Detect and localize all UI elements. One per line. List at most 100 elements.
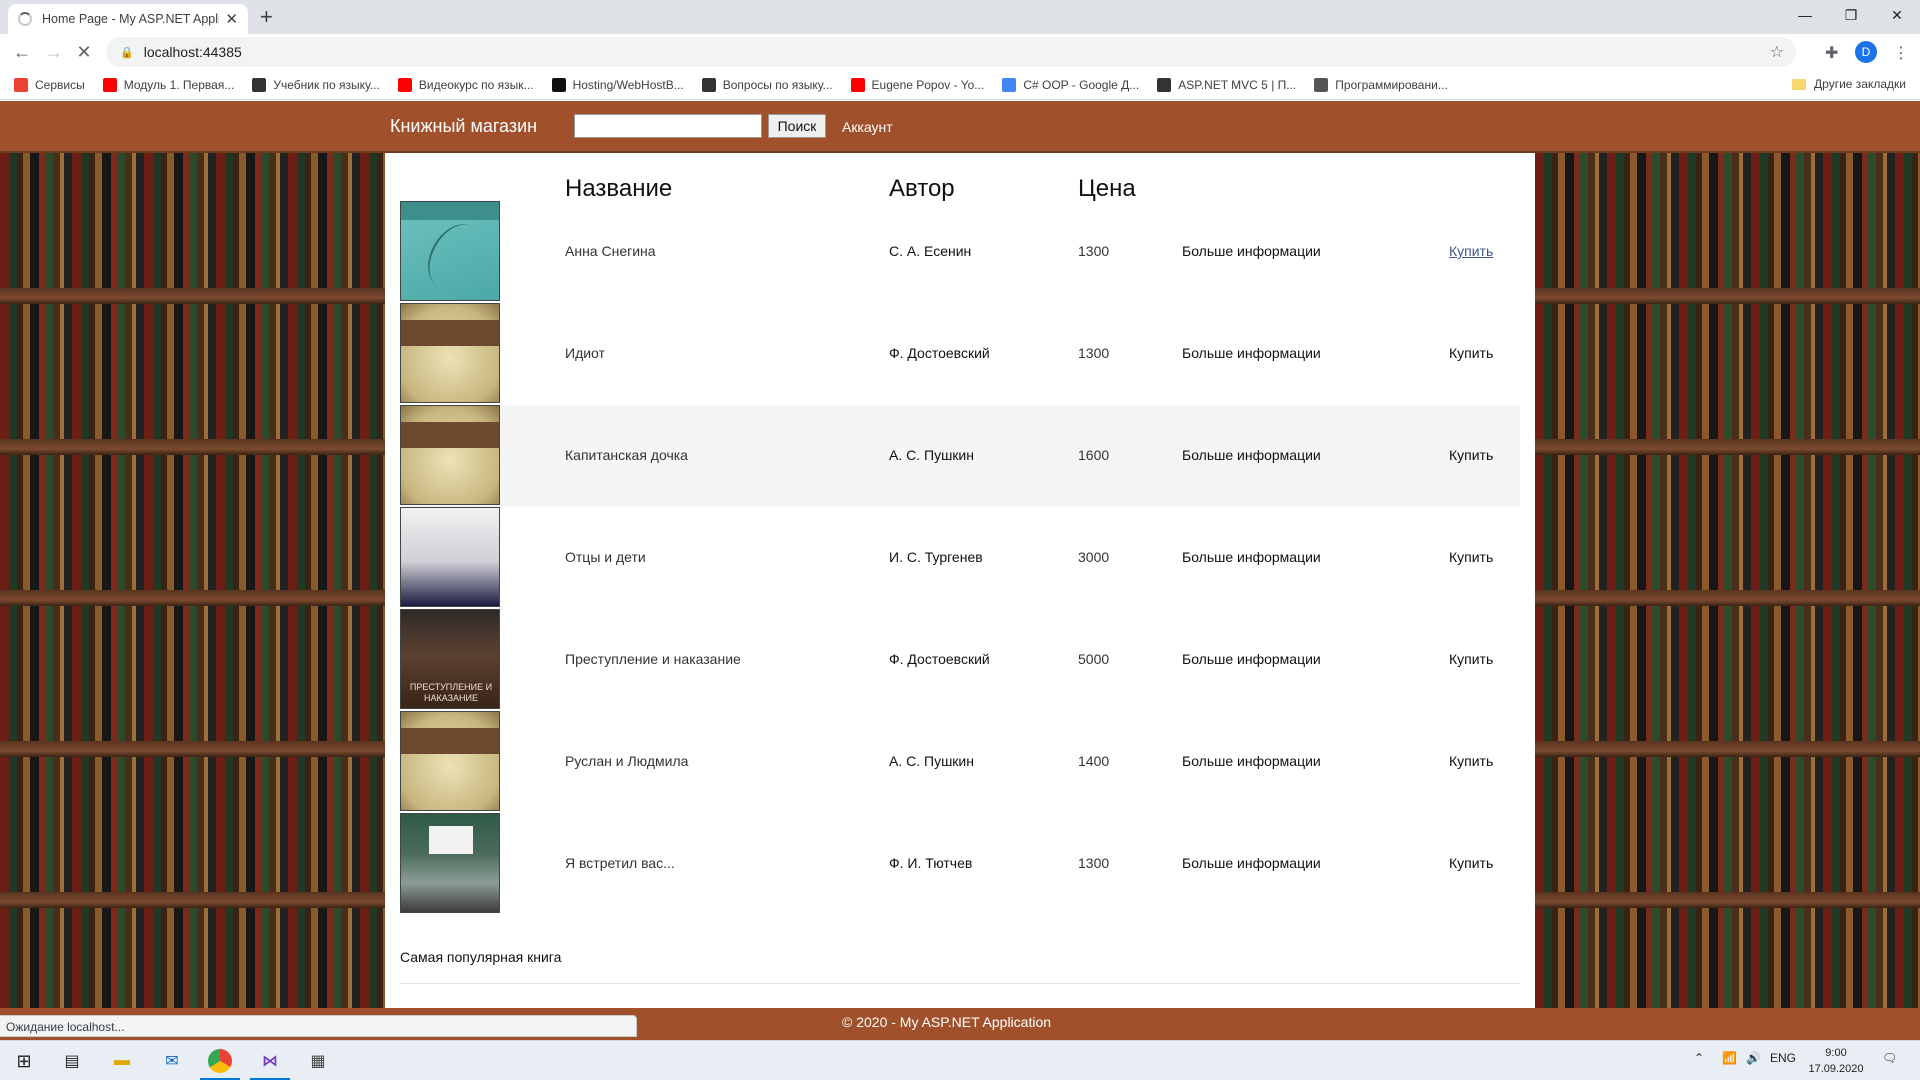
buy-link[interactable]: Купить	[1449, 447, 1493, 463]
bookmark-item[interactable]: C# OOP - Google Д...	[1002, 77, 1139, 92]
volume-icon[interactable]: 🔊	[1746, 1051, 1761, 1065]
extensions-puzzle-icon[interactable]: ✚	[1825, 43, 1838, 63]
bookmark-favicon-icon	[1314, 77, 1329, 92]
forward-arrow-icon[interactable]: →	[42, 40, 66, 64]
book-cover-image	[400, 201, 500, 301]
book-cover-image: ПРЕСТУПЛЕНИЕ И НАКАЗАНИЕ	[400, 609, 500, 709]
address-bar[interactable]: 🔒 localhost:44385 ☆	[106, 37, 1796, 67]
bookmark-favicon-icon	[850, 77, 865, 92]
bookshelf-background-left	[0, 153, 385, 1011]
stop-loading-icon[interactable]: ✕	[72, 40, 96, 64]
minimize-icon[interactable]: —	[1782, 0, 1828, 30]
book-price: 1400	[1078, 753, 1110, 769]
search-input[interactable]	[574, 114, 762, 138]
clock-date: 17.09.2020	[1808, 1063, 1864, 1075]
buy-link[interactable]: Купить	[1449, 651, 1493, 667]
more-info-link[interactable]: Больше информации	[1182, 243, 1321, 259]
bookmark-label: ASP.NET MVC 5 | П...	[1178, 77, 1297, 92]
bookmark-item[interactable]: Eugene Popov - Yo...	[850, 77, 985, 92]
browser-status-bubble: Ожидание localhost...	[0, 1015, 637, 1037]
bookmark-item[interactable]: Модуль 1. Первая...	[102, 77, 235, 92]
more-info-link[interactable]: Больше информации	[1182, 855, 1321, 871]
search-button[interactable]: Поиск	[768, 114, 826, 138]
column-header-price: Цена	[1078, 175, 1136, 202]
buy-link[interactable]: Купить	[1449, 855, 1493, 871]
tray-chevron-icon[interactable]: ⌃	[1694, 1051, 1704, 1065]
visual-studio-icon[interactable]: ⋈	[258, 1049, 282, 1073]
other-bookmarks[interactable]: Другие закладки	[1792, 77, 1906, 91]
most-popular-book-label: Самая популярная книга	[400, 949, 562, 965]
table-row: Отцы и дети И. С. Тургенев 3000 Больше инфо…	[400, 507, 1520, 609]
more-info-link[interactable]: Больше информации	[1182, 651, 1321, 667]
bookshelf-background-right	[1535, 153, 1920, 1011]
buy-link[interactable]: Купить	[1449, 549, 1493, 565]
language-indicator[interactable]: ENG	[1770, 1051, 1796, 1065]
book-title: Отцы и дети	[565, 549, 646, 565]
account-link[interactable]: Аккаунт	[842, 119, 893, 135]
bookmark-item[interactable]: Hosting/WebHostB...	[551, 77, 684, 92]
book-price: 3000	[1078, 549, 1110, 565]
bookmark-item[interactable]: Учебник по языку...	[252, 77, 380, 92]
file-explorer-icon[interactable]: ▬	[110, 1049, 134, 1073]
other-bookmarks-label: Другие закладки	[1814, 77, 1906, 91]
close-tab-icon[interactable]: ✕	[225, 10, 238, 28]
book-cover-image	[400, 303, 500, 403]
bookmark-item[interactable]: Программировани...	[1314, 77, 1448, 92]
site-brand[interactable]: Книжный магазин	[390, 116, 537, 137]
book-cover-image	[400, 507, 500, 607]
task-view-icon[interactable]: ▤	[60, 1049, 84, 1073]
network-icon[interactable]: 📶	[1722, 1051, 1737, 1065]
book-price: 1300	[1078, 855, 1110, 871]
chrome-icon[interactable]	[208, 1049, 232, 1073]
table-row: ПРЕСТУПЛЕНИЕ И НАКАЗАНИЕ Преступление и н…	[400, 609, 1520, 711]
book-cover-image	[400, 813, 500, 913]
cover-title-text: ПРЕСТУПЛЕНИЕ И НАКАЗАНИЕ	[409, 682, 493, 703]
book-title: Я встретил вас...	[565, 855, 675, 871]
column-header-author: Автор	[889, 175, 955, 202]
address-url[interactable]: localhost:44385	[144, 44, 242, 60]
close-window-icon[interactable]: ✕	[1874, 0, 1920, 30]
more-info-link[interactable]: Больше информации	[1182, 447, 1321, 463]
bookmark-favicon-icon	[252, 77, 267, 92]
lock-icon[interactable]: 🔒	[120, 46, 134, 59]
bookmark-favicon-icon	[1002, 77, 1017, 92]
notification-center-icon[interactable]: 🗨	[1882, 1051, 1897, 1065]
book-title: Идиот	[565, 345, 605, 361]
column-header-title: Название	[565, 175, 673, 202]
book-author: Ф. И. Тютчев	[889, 855, 973, 871]
book-cover-image	[400, 405, 500, 505]
windows-taskbar: ⊞ ▤ ▬ ✉ ⋈ ▦ ⌃ 📶 🔊 ENG 9:00 17.09.2020 🗨	[0, 1040, 1920, 1080]
table-row: Я встретил вас... Ф. И. Тютчев 1300 Больше …	[400, 813, 1520, 915]
bookmark-item[interactable]: ASP.NET MVC 5 | П...	[1157, 77, 1297, 92]
buy-link[interactable]: Купить	[1449, 345, 1493, 361]
book-author: И. С. Тургенев	[889, 549, 983, 565]
site-navbar: Книжный магазин Поиск Аккаунт	[0, 101, 1920, 153]
bookmark-item[interactable]: Сервисы	[14, 77, 85, 92]
back-arrow-icon[interactable]: ←	[10, 40, 34, 64]
bookmark-item[interactable]: Вопросы по языку...	[701, 77, 833, 92]
bookmark-label: Модуль 1. Первая...	[123, 77, 235, 92]
mail-icon[interactable]: ✉	[160, 1049, 184, 1073]
more-info-link[interactable]: Больше информации	[1182, 549, 1321, 565]
bookmark-star-icon[interactable]: ☆	[1770, 42, 1784, 62]
bookmark-item[interactable]: Видеокурс по язык...	[397, 77, 534, 92]
buy-link[interactable]: Купить	[1449, 243, 1493, 259]
table-row: Руслан и Людмила А. С. Пушкин 1400 Больше и…	[400, 711, 1520, 813]
new-tab-button[interactable]: +	[260, 5, 273, 29]
more-info-link[interactable]: Больше информации	[1182, 753, 1321, 769]
windows-start-icon[interactable]: ⊞	[12, 1049, 36, 1073]
book-author: А. С. Пушкин	[889, 753, 974, 769]
more-info-link[interactable]: Больше информации	[1182, 345, 1321, 361]
browser-menu-icon[interactable]: ⋮	[1893, 43, 1909, 63]
browser-tab-home[interactable]: Home Page - My ASP.NET Applic ✕	[8, 4, 248, 34]
buy-link[interactable]: Купить	[1449, 753, 1493, 769]
web-page: Книжный магазин Поиск Аккаунт Название А…	[0, 101, 1920, 1040]
bookmark-label: Eugene Popov - Yo...	[871, 77, 985, 92]
taskbar-clock[interactable]: 9:00 17.09.2020	[1806, 1045, 1866, 1077]
book-price: 5000	[1078, 651, 1110, 667]
table-row: Капитанская дочка А. С. Пушкин 1600 Больше …	[400, 405, 1520, 507]
clock-time: 9:00	[1825, 1047, 1847, 1059]
profile-avatar[interactable]: D	[1855, 41, 1877, 63]
calculator-icon[interactable]: ▦	[306, 1049, 330, 1073]
restore-icon[interactable]: ❐	[1828, 0, 1874, 30]
